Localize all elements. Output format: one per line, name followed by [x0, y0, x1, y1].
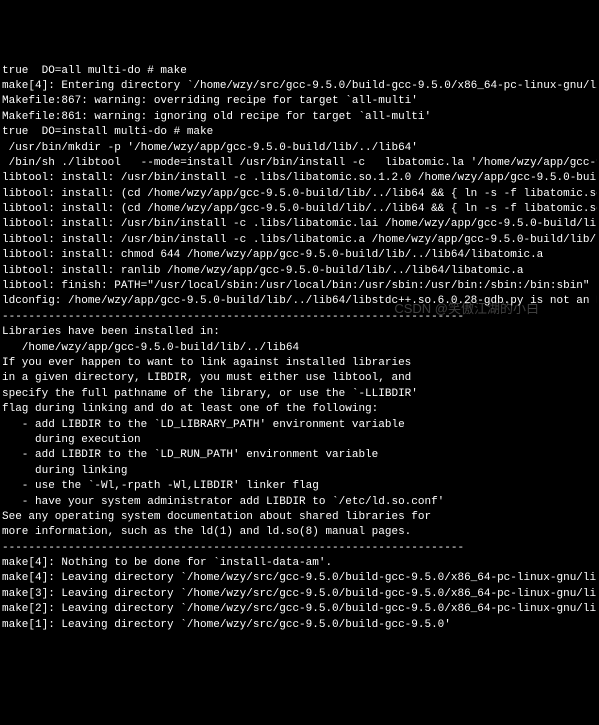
terminal-line: during execution	[2, 433, 597, 448]
terminal-line: Makefile:867: warning: overriding recipe…	[2, 94, 597, 109]
terminal-line: - add LIBDIR to the `LD_LIBRARY_PATH' en…	[2, 418, 597, 433]
terminal-line: libtool: install: (cd /home/wzy/app/gcc-…	[2, 202, 597, 217]
terminal-line: make[1]: Leaving directory `/home/wzy/sr…	[2, 618, 597, 633]
terminal-line: libtool: install: /usr/bin/install -c .l…	[2, 217, 597, 232]
terminal-line: /bin/sh ./libtool --mode=install /usr/bi…	[2, 156, 597, 171]
terminal-line: make[3]: Leaving directory `/home/wzy/sr…	[2, 587, 597, 602]
terminal-line: flag during linking and do at least one …	[2, 402, 597, 417]
watermark-text: CSDN @笑傲江湖的小白	[394, 300, 539, 318]
terminal-line: true DO=install multi-do # make	[2, 125, 597, 140]
terminal-output: true DO=all multi-do # makemake[4]: Ente…	[2, 64, 597, 633]
terminal-line: Makefile:861: warning: ignoring old reci…	[2, 110, 597, 125]
terminal-line: true DO=all multi-do # make	[2, 64, 597, 79]
terminal-line: make[2]: Leaving directory `/home/wzy/sr…	[2, 602, 597, 617]
terminal-line: libtool: install: /usr/bin/install -c .l…	[2, 233, 597, 248]
terminal-line: See any operating system documentation a…	[2, 510, 597, 525]
terminal-line: libtool: install: chmod 644 /home/wzy/ap…	[2, 248, 597, 263]
terminal-line: in a given directory, LIBDIR, you must e…	[2, 371, 597, 386]
terminal-line: - add LIBDIR to the `LD_RUN_PATH' enviro…	[2, 448, 597, 463]
terminal-line: - use the `-Wl,-rpath -Wl,LIBDIR' linker…	[2, 479, 597, 494]
terminal-line: /usr/bin/mkdir -p '/home/wzy/app/gcc-9.5…	[2, 141, 597, 156]
terminal-line: libtool: install: ranlib /home/wzy/app/g…	[2, 264, 597, 279]
terminal-line: libtool: install: /usr/bin/install -c .l…	[2, 171, 597, 186]
terminal-line: during linking	[2, 464, 597, 479]
terminal-line: make[4]: Leaving directory `/home/wzy/sr…	[2, 571, 597, 586]
terminal-line: make[4]: Entering directory `/home/wzy/s…	[2, 79, 597, 94]
terminal-line: /home/wzy/app/gcc-9.5.0-build/lib/../lib…	[2, 341, 597, 356]
terminal-line: more information, such as the ld(1) and …	[2, 525, 597, 540]
terminal-line: ----------------------------------------…	[2, 541, 597, 556]
terminal-line: libtool: finish: PATH="/usr/local/sbin:/…	[2, 279, 597, 294]
terminal-line: specify the full pathname of the library…	[2, 387, 597, 402]
terminal-line: - have your system administrator add LIB…	[2, 495, 597, 510]
terminal-line: If you ever happen to want to link again…	[2, 356, 597, 371]
terminal-line: libtool: install: (cd /home/wzy/app/gcc-…	[2, 187, 597, 202]
terminal-line: make[4]: Nothing to be done for `install…	[2, 556, 597, 571]
terminal-line: Libraries have been installed in:	[2, 325, 597, 340]
